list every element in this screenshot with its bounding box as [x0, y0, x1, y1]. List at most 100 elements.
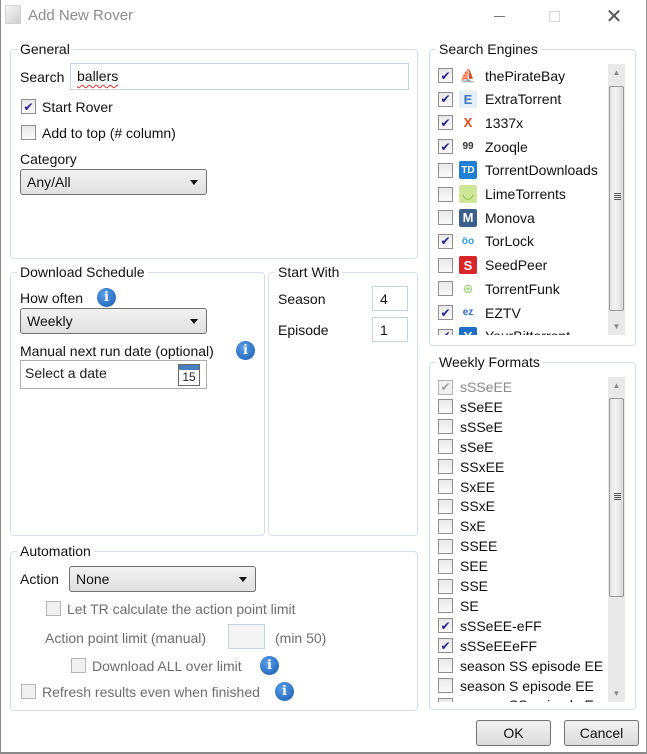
- search-engine-checkbox[interactable]: [438, 210, 453, 226]
- weekly-format-item[interactable]: sSeE: [438, 437, 493, 457]
- search-engine-checkbox[interactable]: ✔: [438, 115, 453, 131]
- weekly-format-checkbox[interactable]: [438, 399, 453, 415]
- weekly-format-checkbox[interactable]: [438, 419, 453, 435]
- search-engine-checkbox[interactable]: ✔: [438, 91, 453, 107]
- weekly-format-checkbox[interactable]: [438, 498, 453, 514]
- search-engine-item[interactable]: ✔ 99 Zooqle: [438, 135, 528, 158]
- search-engine-item[interactable]: ✔ öo TorLock: [438, 230, 534, 253]
- search-engine-checkbox[interactable]: ✔: [438, 328, 453, 335]
- weekly-format-checkbox[interactable]: ✔: [438, 379, 453, 395]
- weekly-format-item[interactable]: season SS episode EE: [438, 656, 603, 676]
- cancel-button[interactable]: Cancel: [564, 720, 639, 746]
- maximize-button[interactable]: [531, 0, 577, 32]
- download-schedule-group: Download Schedule How often i Weekly Man…: [10, 264, 265, 536]
- weekly-format-item[interactable]: SSxEE: [438, 457, 504, 477]
- ok-button[interactable]: OK: [476, 720, 551, 746]
- how-often-info-icon[interactable]: i: [97, 288, 116, 307]
- weekly-format-checkbox[interactable]: [438, 598, 453, 614]
- weekly-format-checkbox[interactable]: [438, 518, 453, 534]
- scroll-down-icon[interactable]: ▼: [608, 318, 625, 335]
- weekly-format-item[interactable]: ✔ sSSeEEeFF: [438, 636, 537, 656]
- minimize-button[interactable]: [476, 0, 522, 32]
- add-to-top-checkbox[interactable]: [21, 125, 36, 140]
- weekly-format-checkbox[interactable]: [438, 439, 453, 455]
- calendar-icon[interactable]: 15: [178, 364, 200, 386]
- search-engine-label: TorrentFunk: [485, 280, 560, 297]
- action-point-label: Action point limit (manual): [45, 630, 207, 646]
- weekly-format-checkbox[interactable]: [438, 558, 453, 574]
- weekly-format-item[interactable]: ✔ sSSeEE-eFF: [438, 616, 542, 636]
- scroll-thumb[interactable]: [609, 398, 624, 597]
- torrentfunk-icon: ⊕: [462, 280, 474, 296]
- weekly-format-checkbox[interactable]: [438, 697, 453, 702]
- weekly-format-item[interactable]: SSxE: [438, 496, 495, 516]
- search-engine-checkbox[interactable]: ✔: [438, 305, 453, 320]
- search-engine-item[interactable]: M Monova: [438, 206, 535, 229]
- close-button[interactable]: ✕: [591, 0, 637, 32]
- search-engine-checkbox[interactable]: [438, 257, 453, 273]
- weekly-format-item[interactable]: SSE: [438, 576, 488, 596]
- search-engine-item[interactable]: ✔ ⛵ thePirateBay: [438, 64, 565, 87]
- weekly-format-checkbox[interactable]: [438, 459, 453, 475]
- weekly-format-item[interactable]: sSeEE: [438, 397, 503, 417]
- weekly-format-label: sSeEE: [460, 398, 503, 415]
- let-tr-calc-checkbox[interactable]: [46, 601, 61, 616]
- search-engine-item[interactable]: ✔ X 1337x: [438, 111, 523, 134]
- weekly-format-item[interactable]: SxEE: [438, 477, 495, 497]
- automation-group: Automation Action None Let TR calculate …: [10, 543, 418, 711]
- weekly-format-checkbox[interactable]: [438, 479, 453, 494]
- weekly-format-checkbox[interactable]: [438, 578, 453, 594]
- scroll-down-icon[interactable]: ▼: [608, 685, 625, 702]
- refresh-results-checkbox[interactable]: [21, 684, 36, 699]
- refresh-results-info-icon[interactable]: i: [275, 682, 294, 701]
- torrentdownloads-icon: TD: [459, 161, 477, 180]
- search-engine-item[interactable]: ◡ LimeTorrents: [438, 183, 566, 206]
- automation-legend: Automation: [17, 543, 94, 559]
- weekly-format-checkbox[interactable]: ✔: [438, 618, 453, 634]
- weekly-format-checkbox[interactable]: [438, 658, 453, 674]
- category-dropdown[interactable]: Any/All: [20, 169, 207, 195]
- search-engine-item[interactable]: ✔ Y YourBittorrent: [438, 325, 570, 335]
- search-engines-scrollbar[interactable]: ▲ ▼: [608, 64, 625, 335]
- scroll-thumb[interactable]: [609, 86, 624, 311]
- search-engine-item[interactable]: ⊕ TorrentFunk: [438, 277, 560, 300]
- action-point-input[interactable]: [228, 624, 265, 649]
- search-engine-item[interactable]: ✔ ez EZTV: [438, 301, 521, 324]
- weekly-format-label: sSeE: [460, 438, 494, 455]
- search-engine-item[interactable]: ✔ E ExtraTorrent: [438, 88, 561, 111]
- search-engine-item[interactable]: S SeedPeer: [438, 254, 547, 277]
- scroll-up-icon[interactable]: ▲: [608, 377, 625, 394]
- weekly-format-item[interactable]: season S episode EE: [438, 676, 594, 696]
- search-engine-item[interactable]: TD TorrentDownloads: [438, 159, 598, 182]
- weekly-formats-scrollbar[interactable]: ▲ ▼: [608, 377, 625, 702]
- download-all-checkbox[interactable]: [71, 658, 86, 673]
- scroll-up-icon[interactable]: ▲: [608, 64, 625, 81]
- weekly-format-item[interactable]: sSSeE: [438, 417, 503, 437]
- weekly-format-item[interactable]: SE: [438, 596, 479, 616]
- how-often-dropdown[interactable]: Weekly: [20, 308, 207, 334]
- date-picker[interactable]: Select a date 15: [20, 360, 207, 389]
- download-all-info-icon[interactable]: i: [260, 656, 279, 675]
- episode-input[interactable]: 1: [372, 317, 408, 342]
- search-engine-checkbox[interactable]: [438, 281, 453, 297]
- search-engine-checkbox[interactable]: ✔: [438, 68, 453, 83]
- weekly-format-checkbox[interactable]: [438, 538, 453, 554]
- search-engine-checkbox[interactable]: [438, 162, 453, 178]
- season-input[interactable]: 4: [372, 286, 408, 311]
- manual-date-info-icon[interactable]: i: [236, 341, 255, 360]
- maximize-icon: [548, 10, 560, 22]
- search-engine-checkbox[interactable]: [438, 186, 453, 202]
- search-input[interactable]: ballers: [70, 63, 409, 90]
- weekly-format-item[interactable]: SxE: [438, 516, 486, 536]
- weekly-format-item[interactable]: SSEE: [438, 536, 497, 556]
- weekly-format-checkbox[interactable]: ✔: [438, 638, 453, 654]
- start-rover-checkbox[interactable]: ✔: [21, 99, 36, 114]
- weekly-format-item[interactable]: ✔ sSSeEE: [438, 377, 512, 397]
- weekly-format-item[interactable]: season SS episode E: [438, 695, 594, 702]
- search-engine-checkbox[interactable]: ✔: [438, 139, 453, 155]
- action-dropdown[interactable]: None: [69, 566, 256, 592]
- weekly-formats-group: Weekly Formats ✔ sSSeEE sSeEE sSSeE sSeE SSxE…: [429, 354, 636, 710]
- weekly-format-checkbox[interactable]: [438, 678, 453, 693]
- search-engine-checkbox[interactable]: ✔: [438, 233, 453, 249]
- weekly-format-item[interactable]: SEE: [438, 556, 488, 576]
